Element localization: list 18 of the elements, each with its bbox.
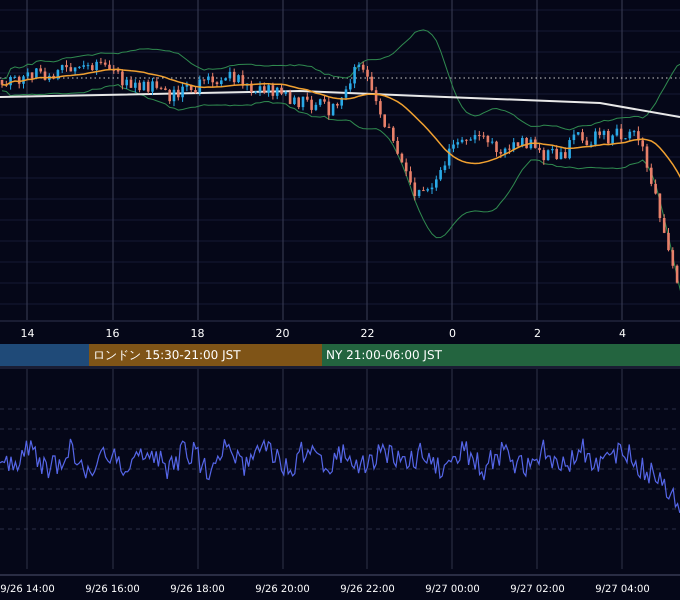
time-axis-label: 4 [618, 326, 627, 340]
time-axis-label: 22 [360, 326, 376, 340]
time-axis-label: 0 [448, 326, 457, 340]
time-axis-label: 16 [104, 326, 120, 340]
time-axis-label: 20 [274, 326, 290, 340]
session-band: ロンドン 15:30-21:00 JST [89, 344, 322, 366]
time-axis-label: 9/27 02:00 [509, 584, 566, 594]
time-axis-label: 9/26 18:00 [169, 584, 226, 594]
time-axis-label: 14 [20, 326, 36, 340]
time-axis-label: 18 [190, 326, 206, 340]
time-axis-label: 9/26 22:00 [339, 584, 396, 594]
time-axis-label: 9/27 00:00 [424, 584, 481, 594]
time-axis-label: 9/26 20:00 [254, 584, 311, 594]
time-axis-label: 9/27 04:00 [594, 584, 651, 594]
session-band: NY 21:00-06:00 JST [322, 344, 680, 366]
time-axis-label: 2 [533, 326, 542, 340]
time-axis-label: 9/26 14:00 [0, 584, 56, 594]
time-axis-label: 9/26 16:00 [84, 584, 141, 594]
